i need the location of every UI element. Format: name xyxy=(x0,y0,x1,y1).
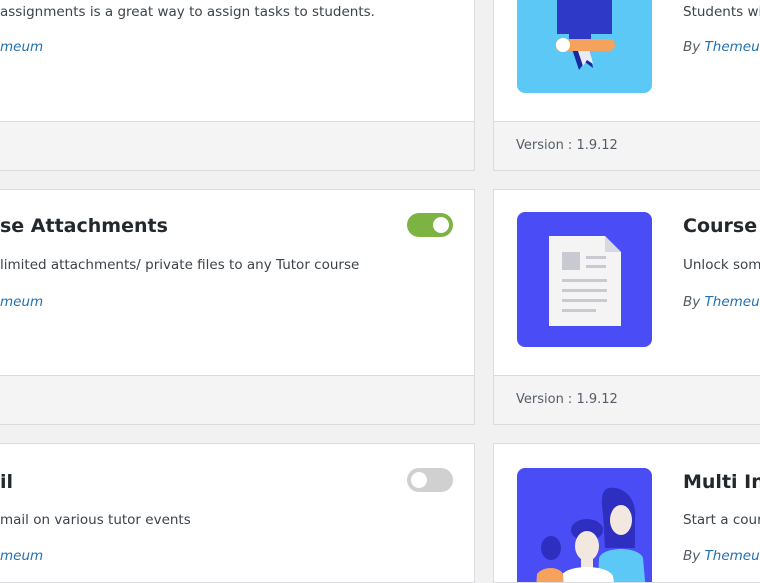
card-footer xyxy=(0,375,474,424)
addon-thumbnail xyxy=(517,0,652,93)
addon-version: Version : 1.9.12 xyxy=(516,392,618,407)
addon-title: se Attachments xyxy=(0,215,168,237)
addon-enable-toggle[interactable] xyxy=(407,468,453,492)
card-footer: Version : 1.9.12 xyxy=(494,121,760,170)
addon-author: By Themeum xyxy=(683,39,760,55)
author-link[interactable]: meum xyxy=(0,39,43,55)
addon-author: meum xyxy=(0,294,43,310)
addon-card-assignments: assignments is a great way to assign tas… xyxy=(0,0,475,171)
addon-description: mail on various tutor events xyxy=(0,512,191,528)
addon-card-multi-instructor: Multi Ins Start a cours By Themeum xyxy=(493,443,760,583)
addon-title: Course P xyxy=(683,215,760,237)
author-link[interactable]: meum xyxy=(0,294,43,310)
addon-card-course-preview: Course P Unlock some By Themeum Version … xyxy=(493,189,760,425)
author-link[interactable]: Themeum xyxy=(705,548,760,564)
addon-thumbnail xyxy=(517,468,652,582)
addon-author: meum xyxy=(0,548,43,564)
addon-enable-toggle[interactable] xyxy=(407,213,453,237)
addon-version: Version : 1.9.12 xyxy=(516,138,618,153)
addon-card-attachments: se Attachments limited attachments/ priv… xyxy=(0,189,475,425)
addon-description: Unlock some xyxy=(683,257,760,273)
author-link[interactable]: Themeum xyxy=(705,294,760,310)
addon-title: il xyxy=(0,471,14,493)
addon-description: Students wil xyxy=(683,4,760,20)
addon-author: By Themeum xyxy=(683,294,760,310)
document-icon xyxy=(549,236,621,326)
addon-card-assignments-right: Students wil By Themeum Version : 1.9.12 xyxy=(493,0,760,171)
addon-card-email: il mail on various tutor events meum xyxy=(0,443,475,583)
card-footer xyxy=(0,121,474,170)
certificate-ribbon-icon xyxy=(555,0,615,70)
addon-author: By Themeum xyxy=(683,548,760,564)
addon-thumbnail xyxy=(517,212,652,347)
addon-description: Start a cours xyxy=(683,512,760,528)
toggle-knob xyxy=(411,472,427,488)
addon-title: Multi Ins xyxy=(683,471,760,493)
card-footer: Version : 1.9.12 xyxy=(494,375,760,424)
addon-description: assignments is a great way to assign tas… xyxy=(0,4,375,20)
author-link[interactable]: Themeum xyxy=(705,39,760,55)
addon-description: limited attachments/ private files to an… xyxy=(0,257,360,273)
people-group-icon xyxy=(536,487,646,582)
toggle-knob xyxy=(433,217,449,233)
author-link[interactable]: meum xyxy=(0,548,43,564)
addon-author: meum xyxy=(0,39,43,55)
